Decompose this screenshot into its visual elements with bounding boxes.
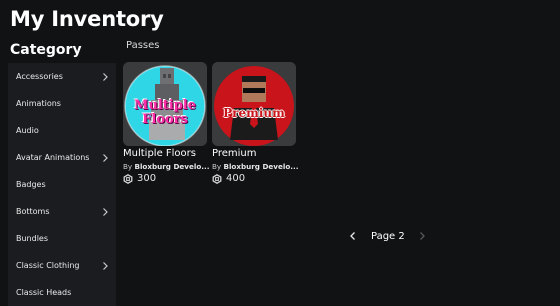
chevron-right-icon bbox=[419, 232, 425, 240]
item-price: 300 bbox=[123, 173, 209, 184]
pagination: Page 2 bbox=[346, 229, 429, 243]
sidebar-item-label: Classic Clothing bbox=[16, 261, 80, 270]
item-card-premium[interactable]: Premium Premium By Bloxburg Develo... 40… bbox=[212, 62, 298, 184]
thumb-text-line2: Floors bbox=[142, 112, 188, 127]
item-thumbnail-text: Premium bbox=[223, 106, 285, 120]
sidebar-item-audio[interactable]: Audio bbox=[8, 117, 116, 144]
item-name[interactable]: Premium bbox=[212, 148, 298, 159]
chevron-right-icon bbox=[103, 262, 108, 270]
item-thumbnail[interactable]: Multiple Floors bbox=[123, 62, 207, 146]
item-thumbnail[interactable]: Premium bbox=[212, 62, 296, 146]
creator-prefix: By bbox=[123, 162, 133, 171]
sidebar-item-bundles[interactable]: Bundles bbox=[8, 225, 116, 252]
item-creator[interactable]: By Bloxburg Develo... bbox=[212, 162, 298, 171]
sidebar-item-label: Accessories bbox=[16, 72, 63, 81]
price-value: 300 bbox=[137, 173, 157, 184]
sidebar-item-badges[interactable]: Badges bbox=[8, 171, 116, 198]
sidebar-item-label: Bundles bbox=[16, 234, 49, 243]
item-name[interactable]: Multiple Floors bbox=[123, 148, 209, 159]
creator-name[interactable]: Bloxburg Develo... bbox=[223, 162, 298, 171]
sidebar-item-accessories[interactable]: Accessories bbox=[8, 63, 116, 90]
sidebar-item-bottoms[interactable]: Bottoms bbox=[8, 198, 116, 225]
robux-icon bbox=[123, 173, 133, 184]
creator-prefix: By bbox=[212, 162, 222, 171]
chevron-left-icon bbox=[350, 232, 355, 240]
item-card-multiple-floors[interactable]: Multiple Floors Multiple Floors By Bloxb… bbox=[123, 62, 209, 184]
section-label-passes: Passes bbox=[126, 40, 160, 51]
sidebar-item-label: Classic Heads bbox=[16, 288, 72, 297]
previous-page-button[interactable] bbox=[346, 229, 360, 243]
premium-artwork bbox=[212, 62, 296, 146]
item-price: 400 bbox=[212, 173, 298, 184]
page-indicator: Page 2 bbox=[371, 230, 405, 242]
chevron-right-icon bbox=[103, 73, 108, 81]
sidebar-item-classic-heads[interactable]: Classic Heads bbox=[8, 279, 116, 306]
sidebar-item-label: Badges bbox=[16, 180, 46, 189]
sidebar-item-classic-clothing[interactable]: Classic Clothing bbox=[8, 252, 116, 279]
thumb-text-line1: Multiple bbox=[133, 98, 197, 113]
item-thumbnail-text: Multiple Floors bbox=[123, 99, 207, 127]
sidebar-item-label: Bottoms bbox=[16, 207, 50, 216]
sidebar-item-label: Avatar Animations bbox=[16, 153, 90, 162]
sidebar-item-animations[interactable]: Animations bbox=[8, 90, 116, 117]
robux-icon bbox=[212, 173, 222, 184]
next-page-button[interactable] bbox=[415, 229, 429, 243]
sidebar-item-avatar-animations[interactable]: Avatar Animations bbox=[8, 144, 116, 171]
page-title: My Inventory bbox=[10, 7, 164, 31]
item-creator[interactable]: By Bloxburg Develo... bbox=[123, 162, 209, 171]
chevron-right-icon bbox=[103, 208, 108, 216]
creator-name[interactable]: Bloxburg Develo... bbox=[134, 162, 209, 171]
category-heading: Category bbox=[10, 42, 82, 58]
sidebar-item-label: Animations bbox=[16, 99, 61, 108]
chevron-right-icon bbox=[103, 154, 108, 162]
category-sidebar: Accessories Animations Audio Avatar Anim… bbox=[8, 63, 116, 306]
sidebar-item-label: Audio bbox=[16, 126, 39, 135]
price-value: 400 bbox=[226, 173, 246, 184]
